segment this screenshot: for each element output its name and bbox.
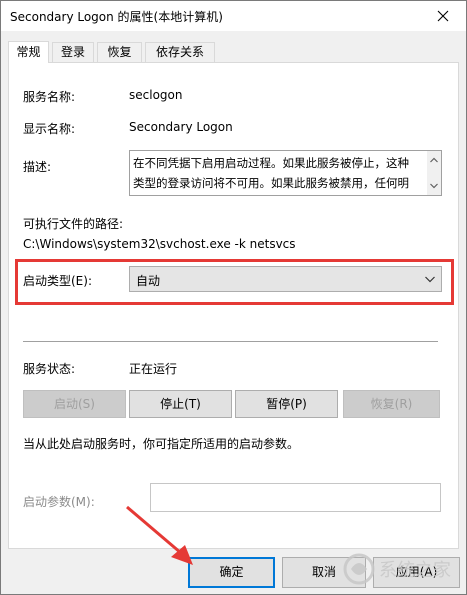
resume-button[interactable]: 恢复(R) — [343, 390, 440, 418]
description-label: 描述: — [23, 160, 52, 174]
pause-button[interactable]: 暂停(P) — [235, 390, 338, 418]
start-params-label: 启动参数(M): — [23, 495, 95, 509]
properties-dialog: Secondary Logon 的属性(本地计算机) 常规 登录 恢复 依存关系… — [0, 0, 467, 595]
tab-recovery[interactable]: 恢复 — [97, 42, 142, 63]
tab-logon[interactable]: 登录 — [52, 42, 94, 63]
service-status-value: 正在运行 — [129, 362, 178, 376]
stop-button[interactable]: 停止(T) — [129, 390, 232, 418]
display-name-label: 显示名称: — [23, 122, 76, 136]
window-title: Secondary Logon 的属性(本地计算机) — [10, 10, 223, 24]
description-text: 在不同凭据下启用启动过程。如果此服务被停止，这种 类型的登录访问将不可用。如果此… — [133, 153, 423, 193]
chevron-down-icon[interactable] — [430, 183, 438, 189]
startup-type-value: 自动 — [136, 274, 161, 288]
watermark-logo: 系统之家 — [341, 549, 463, 589]
service-name-value: seclogon — [129, 88, 183, 102]
tab-general[interactable]: 常规 — [8, 41, 49, 63]
chevron-up-icon[interactable] — [430, 157, 438, 163]
description-line: 在不同凭据下启用启动过程。如果此服务被停止，这种 — [133, 156, 409, 170]
start-params-hint: 当从此处启动服务时，你可指定所适用的启动参数。 — [23, 437, 300, 451]
general-panel: 服务名称: seclogon 显示名称: Secondary Logon 描述:… — [8, 62, 459, 549]
startup-type-select[interactable]: 自动 — [129, 266, 442, 292]
chevron-down-icon — [425, 276, 435, 283]
start-button[interactable]: 启动(S) — [23, 390, 126, 418]
watermark-text: 系统之家 — [379, 560, 451, 581]
close-button[interactable] — [420, 1, 466, 31]
close-icon — [437, 10, 449, 22]
ok-button[interactable]: 确定 — [188, 557, 275, 588]
title-bar[interactable]: Secondary Logon 的属性(本地计算机) — [1, 1, 466, 31]
description-line: 类型的登录访问将不可用。如果此服务被禁用，任何明 — [133, 176, 409, 190]
exe-path-value: C:\Windows\system32\svchost.exe -k netsv… — [23, 237, 296, 251]
separator — [23, 341, 438, 342]
display-name-value: Secondary Logon — [129, 120, 233, 134]
exe-path-label: 可执行文件的路径: — [23, 217, 124, 231]
description-scrollbar[interactable] — [427, 151, 441, 195]
watermark-logo-icon: 系统之家 — [343, 553, 451, 585]
tab-dependencies[interactable]: 依存关系 — [145, 42, 215, 63]
service-status-label: 服务状态: — [23, 362, 76, 376]
service-name-label: 服务名称: — [23, 90, 76, 104]
startup-type-label: 启动类型(E): — [23, 274, 92, 288]
annotation-arrow — [126, 505, 193, 565]
description-box[interactable]: 在不同凭据下启用启动过程。如果此服务被停止，这种 类型的登录访问将不可用。如果此… — [129, 150, 442, 196]
